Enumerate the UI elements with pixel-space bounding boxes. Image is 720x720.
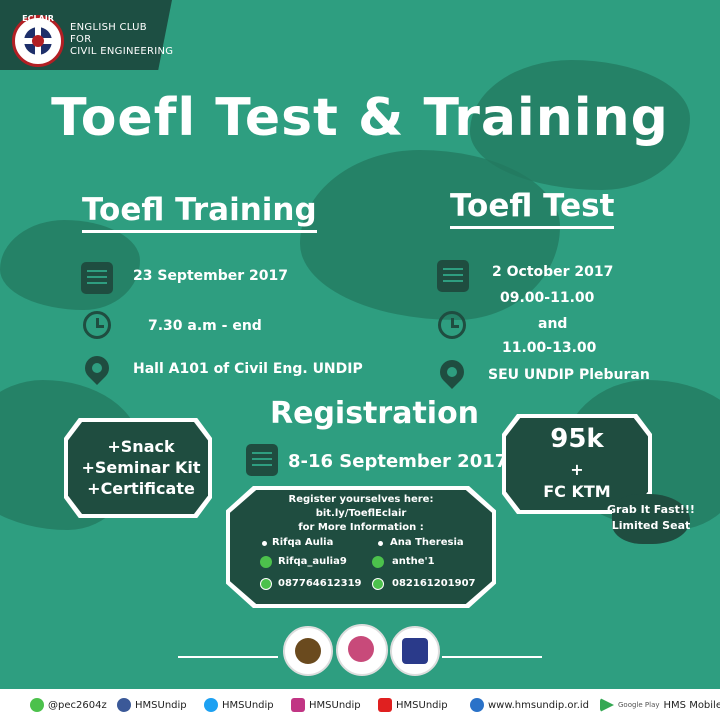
club-name-line3: CIVIL ENGINEERING	[70, 46, 174, 57]
facebook-icon	[117, 698, 131, 712]
line-app-icon	[260, 556, 272, 568]
contact-person2-line: anthe'1	[392, 556, 435, 567]
globe-icon	[470, 698, 484, 712]
footer-website[interactable]: www.hmsundip.or.id	[470, 697, 589, 713]
test-time2: 11.00-13.00	[502, 340, 597, 356]
contact-person1: Rifqa Aulia	[272, 537, 334, 548]
hms-logo	[390, 626, 440, 676]
training-heading: Toefl Training	[82, 192, 317, 233]
bullet-icon	[262, 541, 267, 546]
club-name-line1: ENGLISH CLUB	[70, 22, 147, 33]
price-plus: +	[570, 460, 584, 479]
more-info-label: for More Information :	[298, 522, 424, 533]
divider-line	[178, 656, 278, 658]
test-date: 2 October 2017	[492, 264, 614, 280]
aku-cinta-undip-logo	[336, 624, 388, 676]
page-title: Toefl Test & Training	[51, 88, 669, 148]
price-amount: 95k	[550, 424, 604, 454]
grab-line1: Grab It Fast!!!	[607, 503, 695, 516]
test-place: SEU UNDIP Pleburan	[488, 367, 650, 383]
training-date: 23 September 2017	[133, 268, 288, 284]
clock-icon	[438, 311, 466, 339]
footer-bar: @pec2604z HMSUndip HMSUndip HMSUndip HMS…	[0, 689, 720, 720]
google-play-label: Google Play	[618, 701, 660, 709]
google-play-icon	[600, 698, 614, 712]
clock-icon	[83, 311, 111, 339]
line-app-icon	[30, 698, 44, 712]
whatsapp-icon	[372, 578, 384, 590]
location-pin-icon	[435, 355, 469, 389]
youtube-icon	[378, 698, 392, 712]
footer-app-name: HMS Mobile	[663, 699, 720, 711]
contact-person1-whatsapp: 087764612319	[278, 578, 362, 589]
test-heading: Toefl Test	[450, 188, 615, 229]
training-place: Hall A101 of Civil Eng. UNDIP	[133, 361, 363, 377]
grab-text: Grab It Fast!!! Limited Seat	[606, 502, 696, 534]
logo-ring	[32, 35, 44, 47]
footer-line-handle: @pec2604z	[48, 699, 107, 711]
bullet-icon	[378, 541, 383, 546]
test-time1: 09.00-11.00	[500, 290, 595, 306]
registration-title: Registration	[270, 396, 480, 431]
twitter-icon	[204, 698, 218, 712]
contact-person2-whatsapp: 082161201907	[392, 578, 476, 589]
benefits-list: +Snack +Seminar Kit +Certificate	[76, 436, 206, 499]
footer-twitter[interactable]: HMSUndip	[204, 697, 274, 713]
register-link[interactable]: bit.ly/ToeflEclair	[226, 508, 496, 519]
footer-youtube-handle: HMSUndip	[396, 699, 448, 711]
footer-instagram-handle: HMSUndip	[309, 699, 361, 711]
benefit-certificate: +Certificate	[87, 479, 195, 498]
footer-google-play[interactable]: Google Play HMS Mobile	[600, 697, 720, 713]
test-and: and	[538, 316, 568, 332]
footer-website-url: www.hmsundip.or.id	[488, 699, 590, 711]
line-app-icon	[372, 556, 384, 568]
contact-person2: Ana Theresia	[390, 537, 464, 548]
background-splat	[0, 220, 140, 310]
calendar-icon	[246, 444, 278, 476]
footer-facebook[interactable]: HMSUndip	[117, 697, 187, 713]
footer-instagram[interactable]: HMSUndip	[291, 697, 361, 713]
divider-line	[442, 656, 542, 658]
footer-youtube[interactable]: HMSUndip	[378, 697, 448, 713]
logo-text: ECLAIR	[22, 14, 54, 23]
calendar-icon	[81, 262, 113, 294]
registration-date: 8-16 September 2017	[288, 451, 508, 472]
grab-line2: Limited Seat	[611, 519, 691, 532]
benefit-snack: +Snack	[107, 437, 175, 456]
whatsapp-icon	[260, 578, 272, 590]
contact-person1-line: Rifqa_aulia9	[278, 556, 347, 567]
footer-facebook-handle: HMSUndip	[135, 699, 187, 711]
poster: ECLAIR ENGLISH CLUB FOR CIVIL ENGINEERIN…	[0, 0, 720, 720]
club-name-line2: FOR	[70, 34, 92, 45]
instagram-icon	[291, 698, 305, 712]
training-time: 7.30 a.m - end	[148, 318, 262, 334]
footer-twitter-handle: HMSUndip	[222, 699, 274, 711]
benefit-seminar-kit: +Seminar Kit	[81, 458, 201, 477]
location-pin-icon	[80, 351, 114, 385]
footer-line[interactable]: @pec2604z	[30, 697, 107, 713]
register-label: Register yourselves here:	[288, 494, 434, 505]
calendar-icon	[437, 260, 469, 292]
undip-logo	[283, 626, 333, 676]
